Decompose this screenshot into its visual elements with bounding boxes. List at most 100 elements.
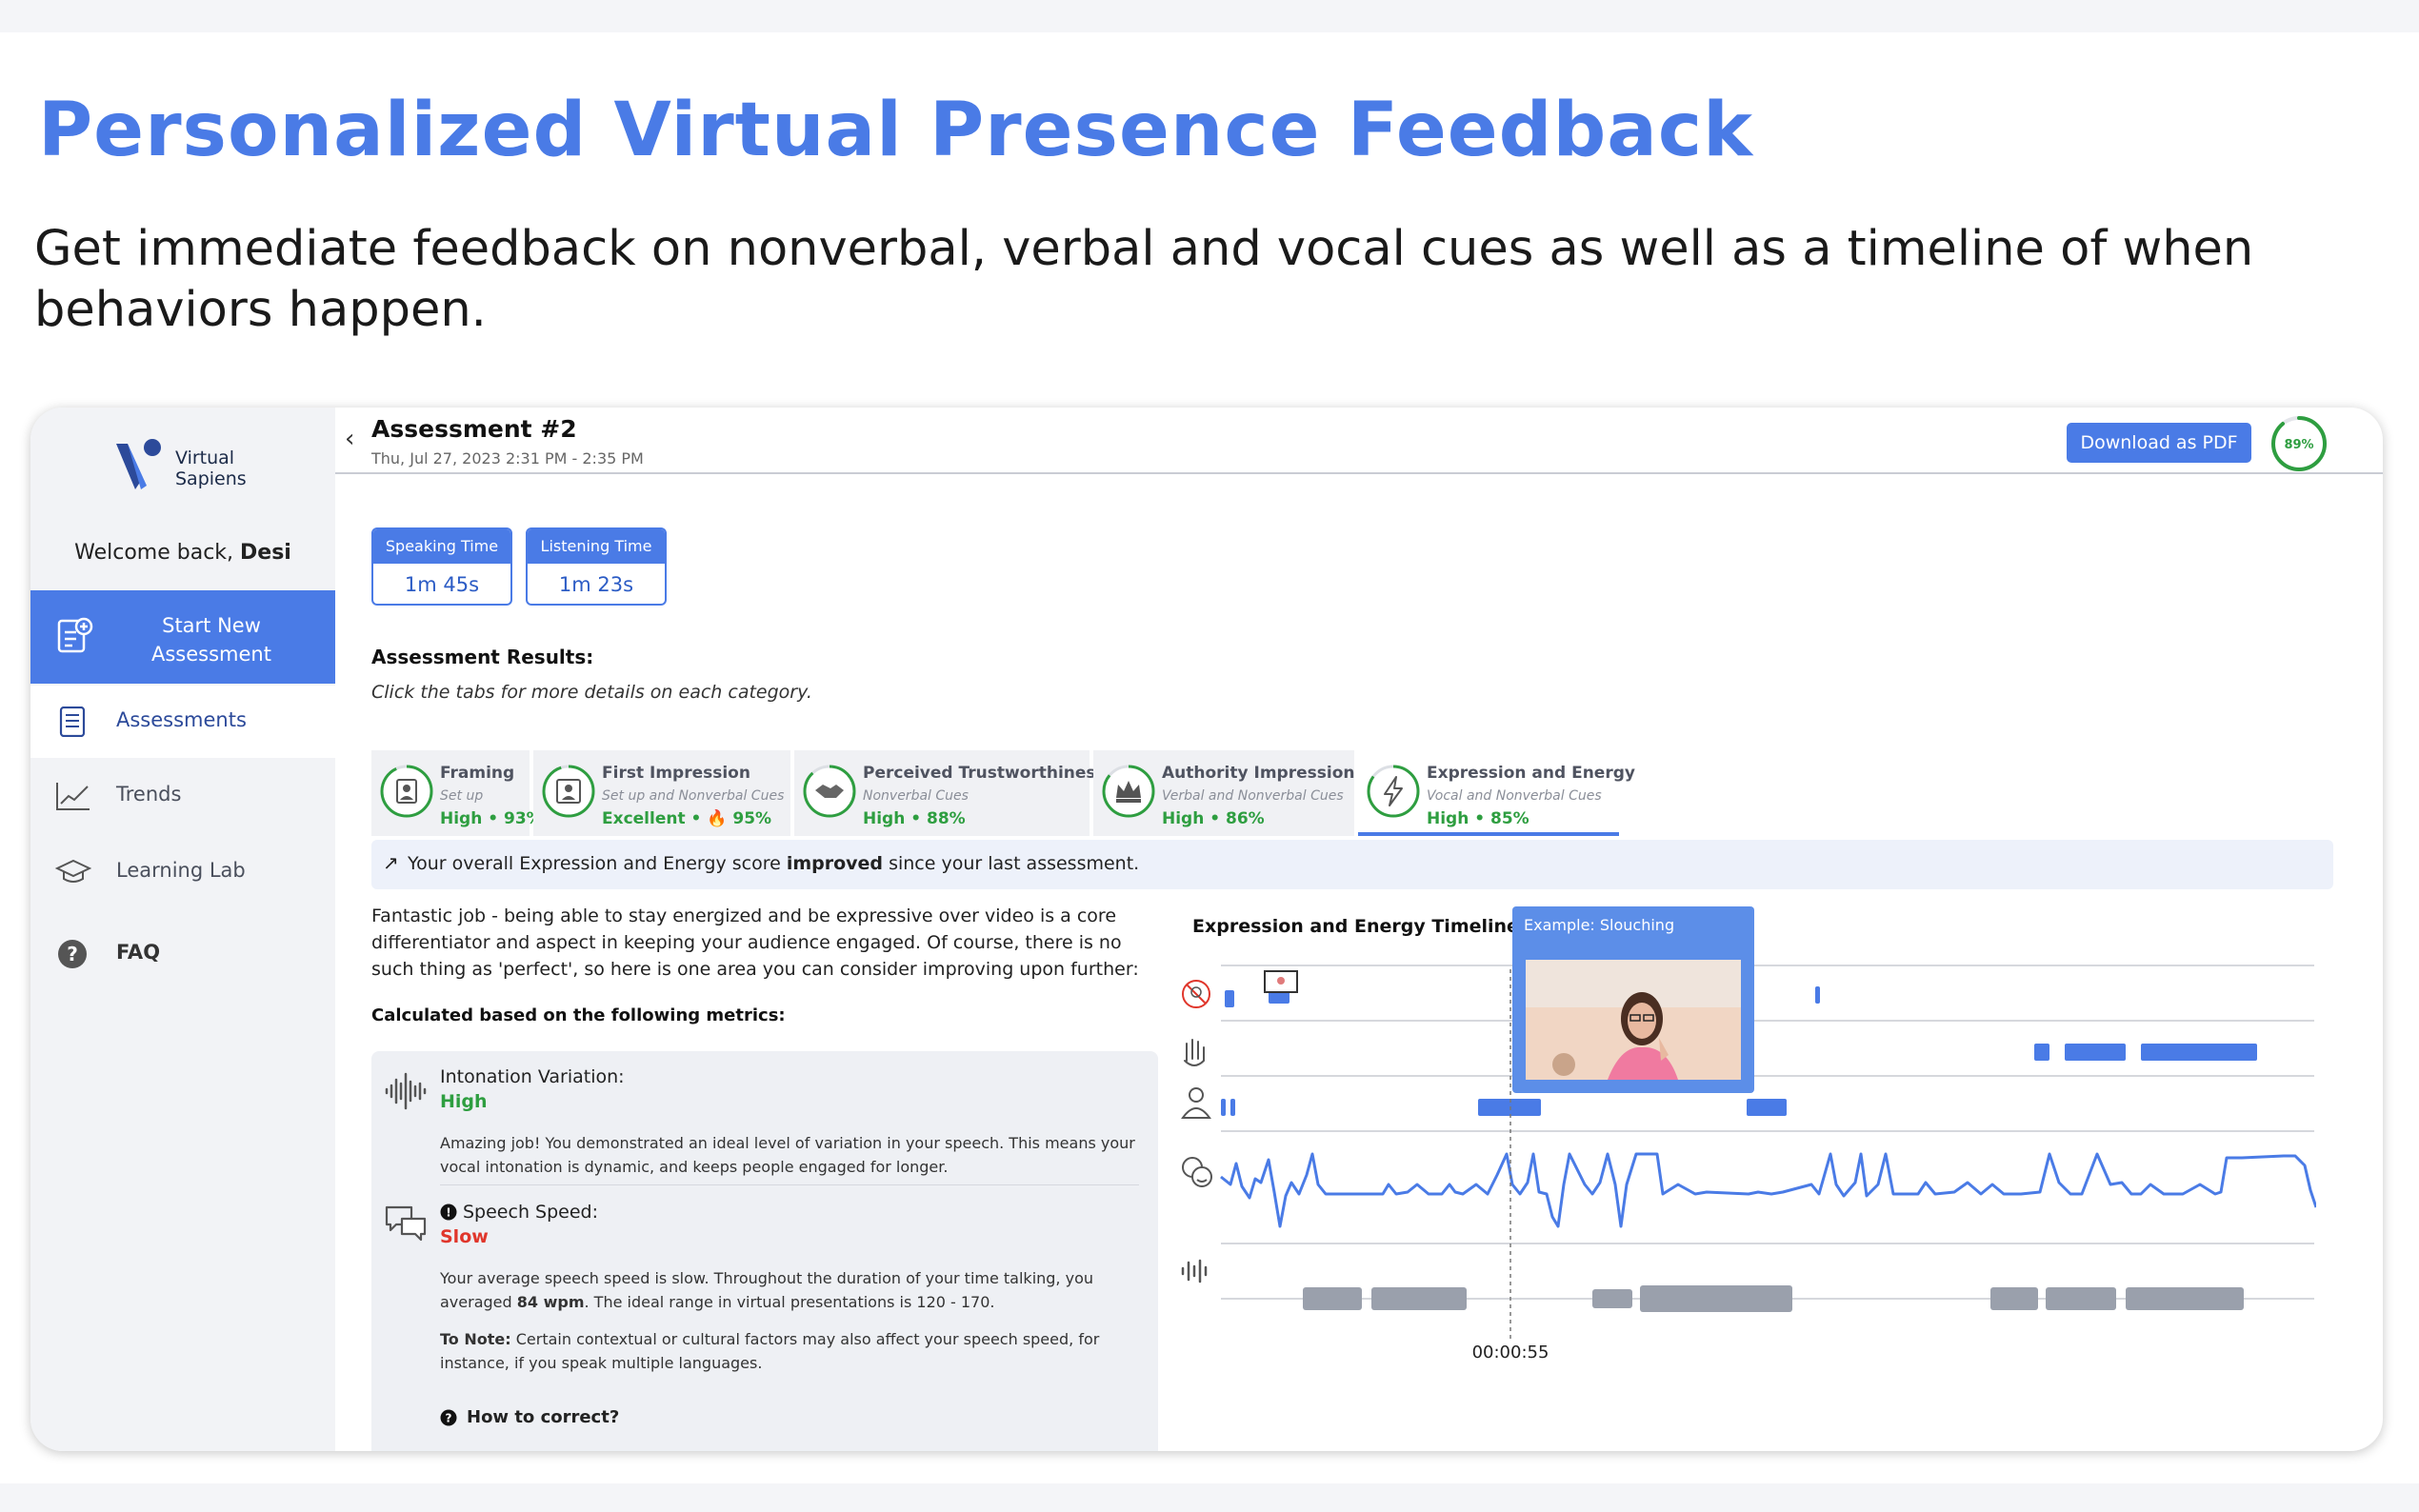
- how-to-correct-link[interactable]: How to correct?: [467, 1407, 619, 1427]
- overall-score-value: 89%: [2284, 438, 2313, 452]
- question-circle-icon: ?: [58, 940, 87, 968]
- assessment-title: Assessment #2: [371, 415, 577, 443]
- banner-text: Your overall Expression and Energy score…: [408, 853, 1140, 874]
- feedback-paragraph: Fantastic job - being able to stay energ…: [371, 905, 1139, 980]
- event-marker: [1230, 1099, 1235, 1116]
- back-chevron-icon[interactable]: ‹: [345, 425, 354, 453]
- event-marker: [2065, 1044, 2126, 1061]
- tab-authority-impression[interactable]: Authority Impression Verbal and Nonverba…: [1093, 750, 1354, 836]
- svg-text:?: ?: [67, 943, 78, 965]
- speech-speed-label: Speech Speed:: [463, 1202, 598, 1223]
- tab-score: High • 85%: [1427, 809, 1529, 828]
- trend-chart-icon: [56, 783, 90, 810]
- audio-segment: [1303, 1287, 1362, 1310]
- event-marker: [1221, 1099, 1226, 1116]
- sidebar-item-label: Learning Lab: [116, 859, 246, 882]
- start-new-assessment-button[interactable]: Start New Assessment: [30, 590, 335, 684]
- info-icon[interactable]: !: [440, 1204, 457, 1221]
- speaking-time-label: Speaking Time: [373, 529, 510, 564]
- event-marker: [1225, 990, 1234, 1007]
- audio-segment: [1592, 1289, 1632, 1308]
- sidebar-item-label: Trends: [116, 783, 182, 806]
- logo[interactable]: Virtual Sapiens: [114, 436, 305, 503]
- event-thumbnail[interactable]: [1264, 970, 1298, 993]
- assessment-date: Thu, Jul 27, 2023 2:31 PM - 2:35 PM: [371, 449, 644, 468]
- bottom-band: [0, 1483, 2419, 1512]
- sidebar: Virtual Sapiens Welcome back, Desi Start…: [30, 408, 335, 1451]
- framing-icon: [380, 765, 433, 818]
- tab-first-impression[interactable]: First Impression Set up and Nonverbal Cu…: [533, 750, 790, 836]
- audio-segment: [1990, 1287, 2038, 1310]
- listening-time-label: Listening Time: [528, 529, 665, 564]
- logo-text: Virtual Sapiens: [175, 448, 247, 489]
- event-marker: [1747, 1099, 1787, 1116]
- video-thumbnail: [1526, 960, 1741, 1080]
- results-hint: Click the tabs for more details on each …: [371, 682, 812, 703]
- tab-desc: Set up: [440, 788, 484, 804]
- sidebar-item-faq[interactable]: ? FAQ: [30, 918, 335, 990]
- metric-divider: [440, 1184, 1139, 1185]
- event-preview-tooltip: Example: Slouching: [1512, 906, 1754, 1093]
- event-marker: [2034, 1044, 2049, 1061]
- tab-expression-and-energy[interactable]: Expression and Energy Vocal and Nonverba…: [1358, 750, 1635, 836]
- new-assessment-icon: [57, 617, 93, 653]
- tab-name: Perceived Trustworthiness: [863, 764, 1106, 783]
- event-marker: [1478, 1099, 1541, 1116]
- handshake-icon: [803, 765, 856, 818]
- facial-expression-icon: [1182, 1157, 1212, 1187]
- hand-gesture-icon: [1184, 1039, 1205, 1066]
- audio-segment: [2126, 1287, 2244, 1310]
- tab-desc: Vocal and Nonverbal Cues: [1427, 788, 1602, 804]
- tab-score: Excellent • 🔥 95%: [602, 809, 772, 828]
- download-pdf-button[interactable]: Download as PDF: [2067, 423, 2251, 463]
- speech-speed-note: To Note: Certain contextual or cultural …: [440, 1330, 1100, 1372]
- tab-perceived-trustworthiness[interactable]: Perceived Trustworthiness Nonverbal Cues…: [794, 750, 1106, 836]
- help-icon[interactable]: ?: [440, 1409, 457, 1426]
- audio-segment: [1640, 1285, 1792, 1312]
- expression-waveform: [1220, 1152, 2316, 1228]
- tab-score: High • 93%: [440, 809, 543, 828]
- first-impression-icon: [542, 765, 595, 818]
- timeline-title: Expression and Energy Timeline:: [1192, 916, 1527, 937]
- listening-time-card: Listening Time 1m 23s: [526, 527, 667, 606]
- tab-framing[interactable]: Framing Set up High • 93%: [371, 750, 543, 836]
- tab-desc: Verbal and Nonverbal Cues: [1162, 788, 1344, 804]
- tab-name: Expression and Energy: [1427, 764, 1635, 783]
- speech-speed-text: Your average speech speed is slow. Throu…: [440, 1269, 1093, 1311]
- hero-subtitle: Get immediate feedback on nonverbal, ver…: [34, 221, 2254, 338]
- playhead-time: 00:00:55: [1472, 1343, 1549, 1360]
- main-content: ‹ Assessment #2 Thu, Jul 27, 2023 2:31 P…: [335, 408, 2383, 1451]
- assessment-header: ‹ Assessment #2 Thu, Jul 27, 2023 2:31 P…: [335, 408, 2383, 474]
- intonation-value: High: [440, 1091, 488, 1112]
- app-window: Virtual Sapiens Welcome back, Desi Start…: [30, 408, 2383, 1451]
- speech-speed-value: Slow: [440, 1226, 489, 1247]
- person-posture-icon: [1181, 1087, 1211, 1119]
- user-name: Desi: [240, 541, 291, 565]
- sound-wave-icon: [385, 1072, 427, 1110]
- sidebar-item-label: Assessments: [116, 708, 247, 731]
- voice-wave-icon: [1181, 1259, 1208, 1283]
- tab-name: First Impression: [602, 764, 750, 783]
- sidebar-item-learning-lab[interactable]: Learning Lab: [30, 836, 335, 908]
- speaking-time-card: Speaking Time 1m 45s: [371, 527, 512, 606]
- improvement-banner: ↗ Your overall Expression and Energy sco…: [371, 840, 2333, 889]
- virtual-sapiens-logo-icon: [116, 439, 161, 489]
- document-list-icon: [59, 706, 86, 737]
- lightning-icon: [1367, 765, 1420, 818]
- audio-segment: [1371, 1287, 1467, 1310]
- start-new-assessment-label: Start New Assessment: [151, 614, 271, 666]
- intonation-text: Amazing job! You demonstrated an ideal l…: [440, 1134, 1135, 1176]
- tab-desc: Set up and Nonverbal Cues: [602, 788, 785, 804]
- sidebar-item-label: FAQ: [116, 941, 161, 964]
- tab-score: High • 86%: [1162, 809, 1265, 828]
- sidebar-item-assessments[interactable]: Assessments: [30, 686, 335, 758]
- speech-bubbles-icon: [385, 1205, 427, 1242]
- top-band: [0, 0, 2419, 32]
- intonation-label: Intonation Variation:: [440, 1066, 625, 1087]
- crown-icon: [1102, 765, 1155, 818]
- tab-score: High • 88%: [863, 809, 966, 828]
- sidebar-item-trends[interactable]: Trends: [30, 760, 335, 832]
- results-heading: Assessment Results:: [371, 646, 594, 668]
- svg-text:?: ?: [446, 1412, 452, 1425]
- audio-segment: [2046, 1287, 2116, 1310]
